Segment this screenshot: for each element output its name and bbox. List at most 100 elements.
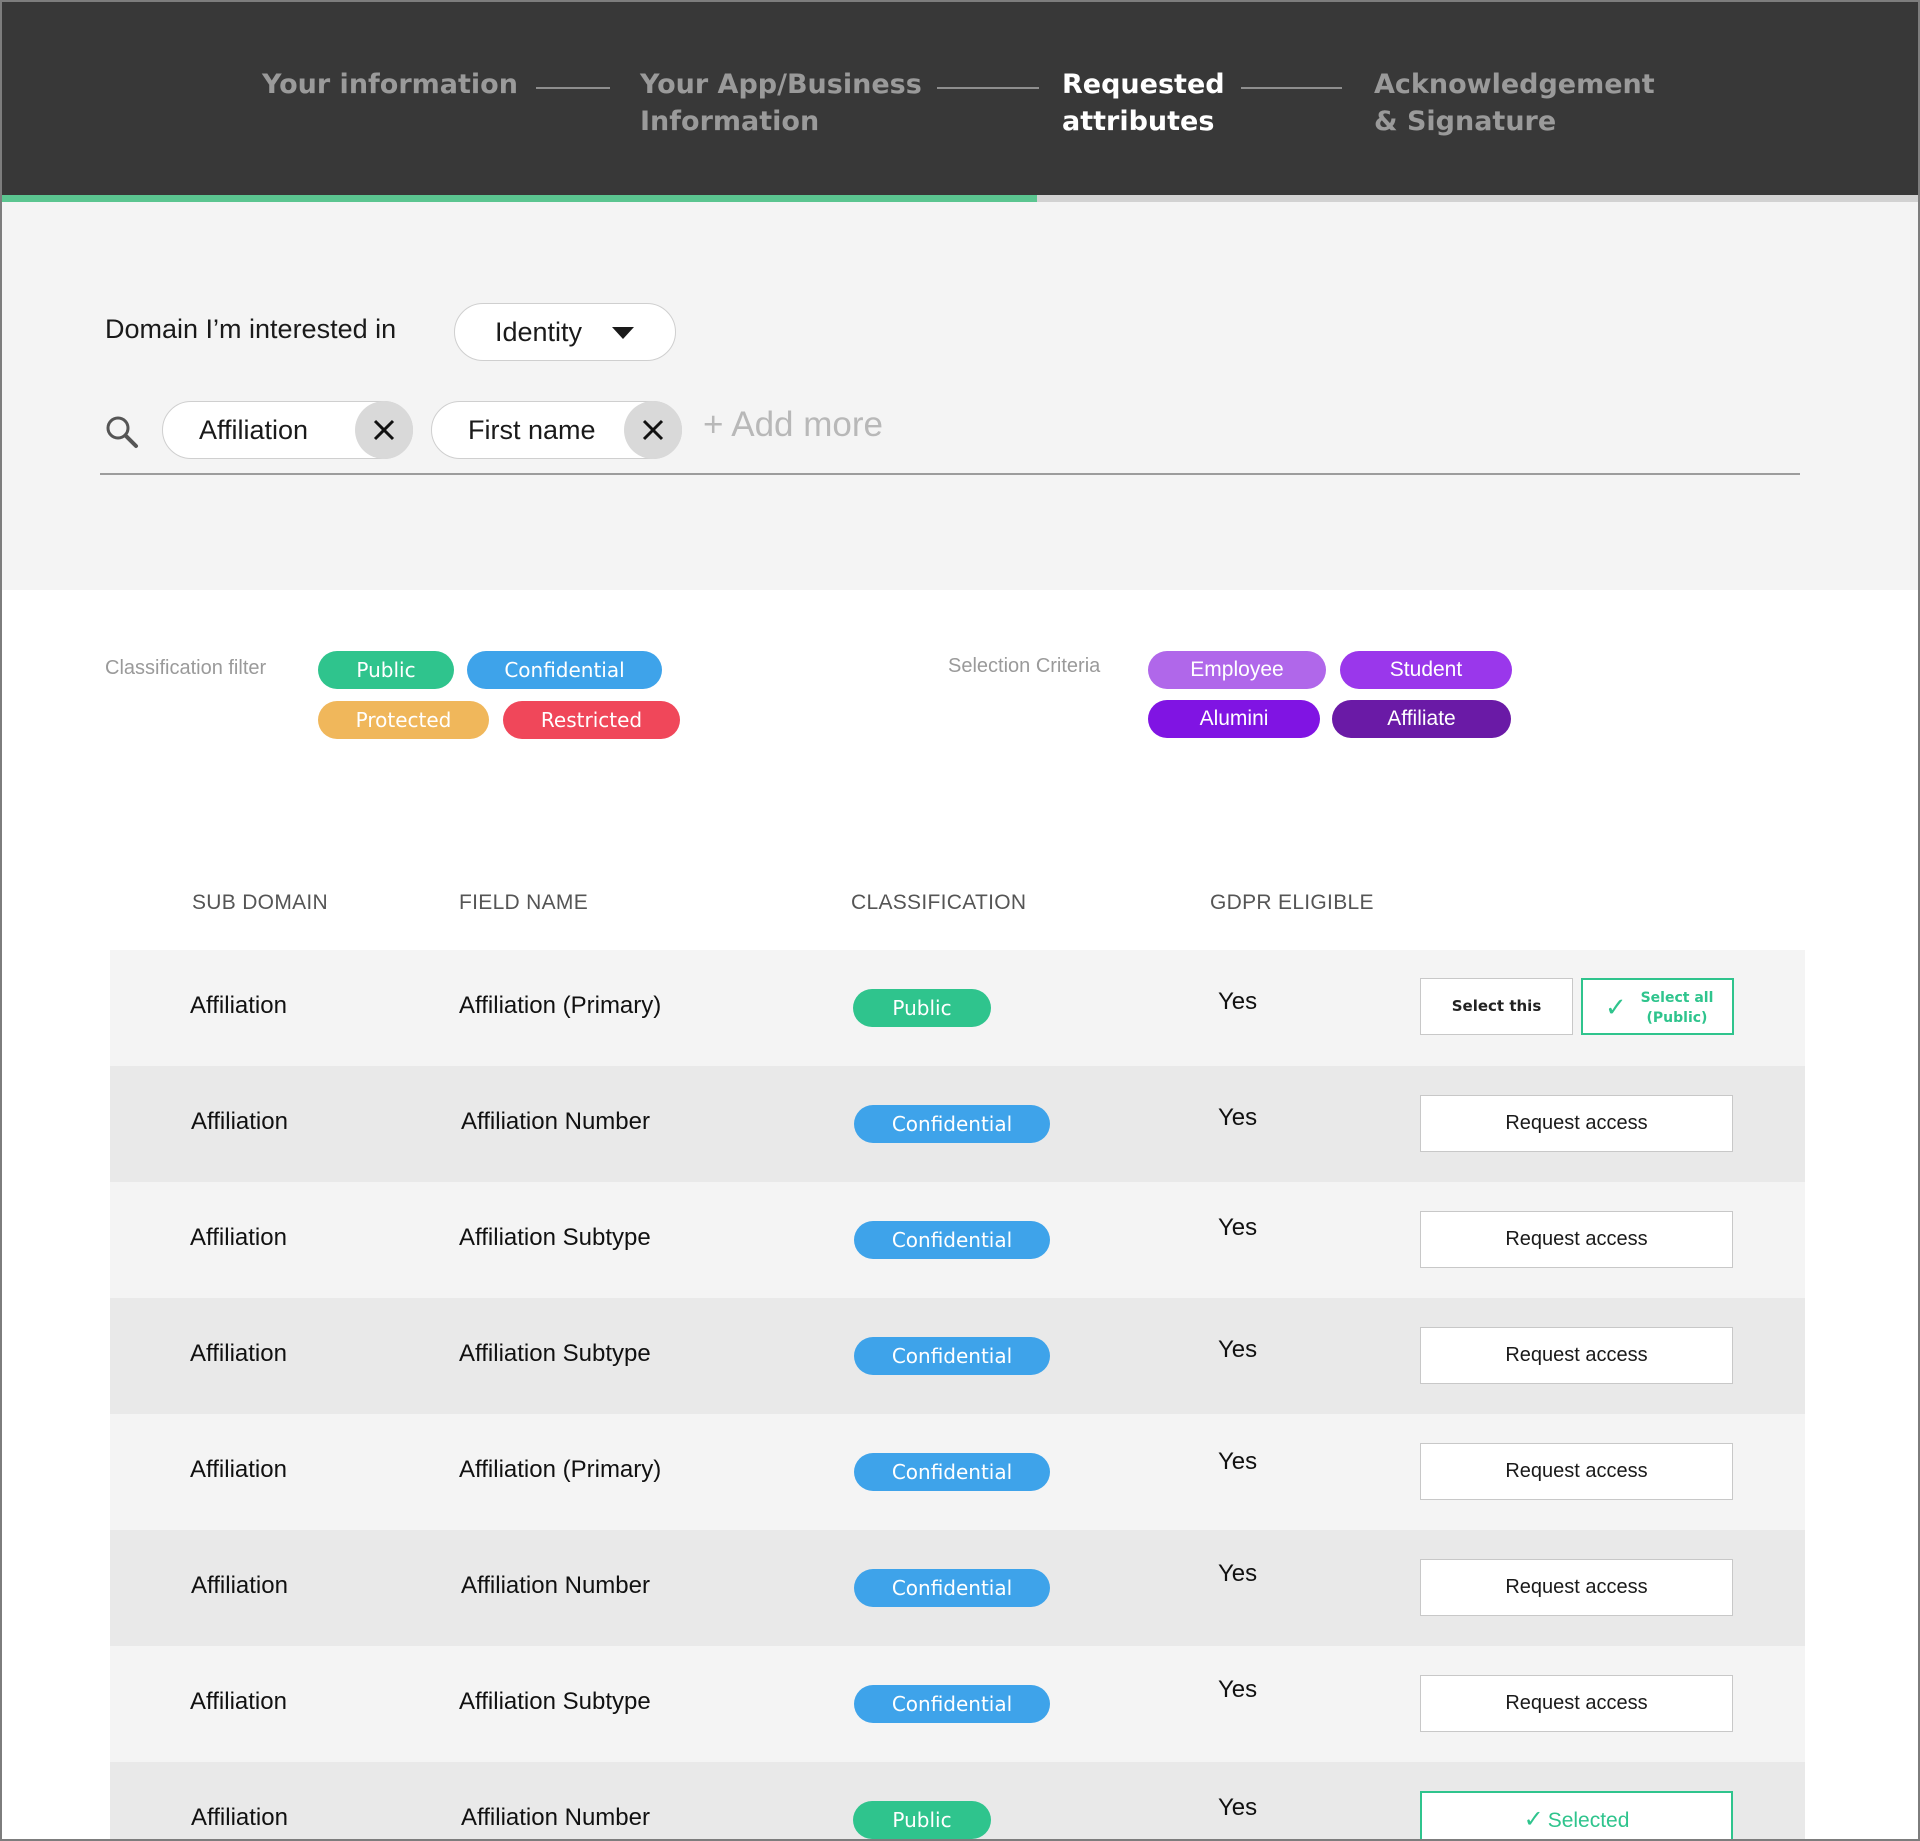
selection-criteria-label: Selection Criteria (948, 655, 1101, 677)
chip-label: First name (468, 415, 596, 445)
step-label-line2: attributes (1062, 106, 1215, 137)
domain-label: Domain I’m interested in (105, 314, 397, 344)
request-access-button[interactable]: Request access (1420, 1559, 1733, 1616)
classification-badge: Public (853, 1801, 991, 1839)
request-access-button[interactable]: Request access (1420, 1443, 1733, 1500)
step-label: Your information (262, 69, 518, 100)
filter-confidential[interactable]: Confidential (467, 651, 662, 689)
table-row: Affiliation Affiliation Subtype Confiden… (110, 1298, 1805, 1414)
domain-selected-value: Identity (495, 317, 583, 347)
step-label: Requested (1062, 69, 1225, 100)
step-label: Acknowledgement (1374, 69, 1655, 100)
request-access-button[interactable]: Request access (1420, 1327, 1733, 1384)
header-sub-domain: SUB DOMAIN (192, 891, 329, 914)
cell-field-name: Affiliation Number (461, 1572, 650, 1599)
step-connector (937, 87, 1039, 89)
classification-badge: Public (853, 989, 991, 1027)
add-more-input[interactable]: + Add more (703, 405, 883, 445)
cell-sub-domain: Affiliation (190, 1456, 287, 1483)
cell-sub-domain: Affiliation (191, 1804, 288, 1831)
search-chip-first-name: First name (431, 401, 682, 459)
search-underline (100, 473, 1800, 475)
table-row: Affiliation Affiliation (Primary) Confid… (110, 1414, 1805, 1530)
classification-badge: Confidential (854, 1569, 1050, 1607)
cell-gdpr: Yes (1218, 1676, 1258, 1703)
classification-badge: Confidential (854, 1453, 1050, 1491)
step-requested-attributes[interactable]: Requested attributes (1062, 66, 1225, 140)
chip-label: Affiliation (199, 415, 309, 445)
step-your-information[interactable]: Your information (262, 66, 518, 103)
cell-sub-domain: Affiliation (190, 1224, 287, 1251)
progress-bar-fill (0, 195, 1037, 202)
header-gdpr-eligible: GDPR ELIGIBLE (1210, 891, 1374, 914)
table-row: Affiliation Affiliation Subtype Confiden… (110, 1182, 1805, 1298)
criteria-affiliate[interactable]: Affiliate (1332, 700, 1511, 738)
cell-field-name: Affiliation (Primary) (459, 1456, 662, 1483)
cell-field-name: Affiliation Subtype (459, 1688, 651, 1715)
header-classification: CLASSIFICATION (851, 891, 1027, 914)
criteria-student[interactable]: Student (1340, 651, 1512, 689)
classification-badge: Confidential (854, 1685, 1050, 1723)
step-label: Your App/Business (640, 69, 922, 100)
cell-gdpr: Yes (1218, 1794, 1258, 1821)
table-row: Affiliation Affiliation Number Public Ye… (110, 1762, 1805, 1841)
search-icon (106, 416, 138, 448)
criteria-alumini[interactable]: Alumini (1148, 700, 1320, 738)
selected-label: Selected (1547, 1809, 1630, 1832)
cell-sub-domain: Affiliation (191, 1572, 288, 1599)
filter-restricted[interactable]: Restricted (503, 701, 680, 739)
cell-field-name: Affiliation Number (461, 1804, 650, 1831)
request-access-button[interactable]: Request access (1420, 1211, 1733, 1268)
table-row: Affiliation Affiliation Number Confident… (110, 1066, 1805, 1182)
select-all-sublabel: (Public) (1646, 1010, 1708, 1026)
step-label-line2: Information (640, 106, 820, 137)
classification-badge: Confidential (854, 1105, 1050, 1143)
cell-field-name: Affiliation Subtype (459, 1224, 651, 1251)
caret-down-icon (612, 327, 634, 339)
classification-badge: Confidential (854, 1337, 1050, 1375)
step-acknowledgement-signature[interactable]: Acknowledgement & Signature (1374, 66, 1655, 140)
classification-filter-label: Classification filter (105, 657, 267, 679)
step-label-line2: & Signature (1374, 106, 1557, 137)
check-icon: ✓ (1523, 1806, 1544, 1833)
step-connector (1241, 87, 1342, 89)
cell-sub-domain: Affiliation (190, 992, 287, 1019)
step-app-business-information[interactable]: Your App/Business Information (640, 66, 922, 140)
cell-sub-domain: Affiliation (190, 1340, 287, 1367)
cell-gdpr: Yes (1218, 1448, 1258, 1475)
header-field-name: FIELD NAME (459, 891, 589, 914)
filter-public[interactable]: Public (318, 651, 454, 689)
cell-gdpr: Yes (1218, 988, 1258, 1015)
cell-sub-domain: Affiliation (191, 1108, 288, 1135)
select-all-label: Select all (1640, 990, 1714, 1006)
cell-gdpr: Yes (1218, 1336, 1258, 1363)
attributes-table: Affiliation Affiliation (Primary) Public… (110, 950, 1805, 1841)
table-row: Affiliation Affiliation (Primary) Public… (110, 950, 1805, 1066)
selected-button[interactable]: ✓ Selected (1420, 1791, 1733, 1841)
select-all-public-button[interactable]: ✓ Select all (Public) (1581, 978, 1734, 1035)
domain-select[interactable]: Identity (454, 303, 676, 361)
close-icon[interactable] (624, 401, 682, 459)
check-icon: ✓ (1605, 992, 1627, 1022)
cell-gdpr: Yes (1218, 1214, 1258, 1241)
classification-badge: Confidential (854, 1221, 1050, 1259)
table-row: Affiliation Affiliation Number Confident… (110, 1530, 1805, 1646)
search-panel: Domain I’m interested in Identity Affili… (0, 202, 1920, 590)
select-this-button[interactable]: Select this (1420, 978, 1573, 1035)
request-access-button[interactable]: Request access (1420, 1675, 1733, 1732)
progress-bar (0, 195, 1920, 202)
cell-gdpr: Yes (1218, 1104, 1258, 1131)
filter-protected[interactable]: Protected (318, 701, 489, 739)
criteria-employee[interactable]: Employee (1148, 651, 1326, 689)
cell-gdpr: Yes (1218, 1560, 1258, 1587)
cell-field-name: Affiliation (Primary) (459, 992, 662, 1019)
progress-stepper: Your information Your App/Business Infor… (0, 0, 1920, 195)
request-access-button[interactable]: Request access (1420, 1095, 1733, 1152)
step-connector (536, 87, 610, 89)
cell-field-name: Affiliation Subtype (459, 1340, 651, 1367)
table-row: Affiliation Affiliation Subtype Confiden… (110, 1646, 1805, 1762)
close-icon[interactable] (355, 401, 413, 459)
cell-field-name: Affiliation Number (461, 1108, 650, 1135)
cell-sub-domain: Affiliation (190, 1688, 287, 1715)
search-chip-affiliation: Affiliation (162, 401, 413, 459)
